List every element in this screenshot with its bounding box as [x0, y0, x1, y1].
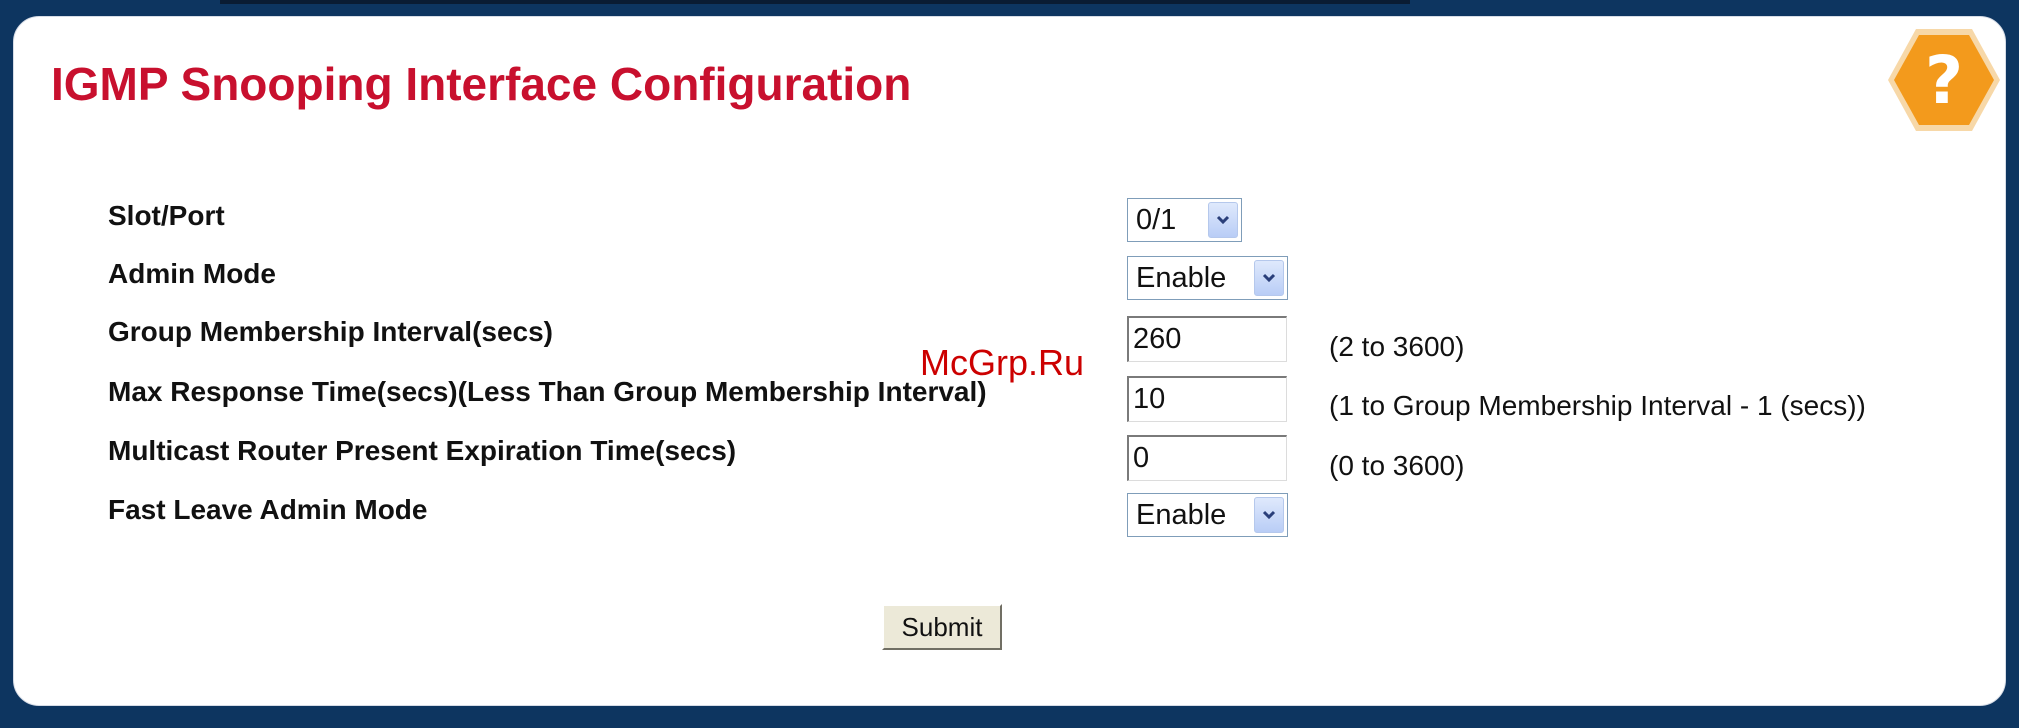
- slot-port-value: 0/1: [1136, 204, 1177, 236]
- max-response-time-hint: (1 to Group Membership Interval - 1 (sec…: [1329, 390, 1866, 421]
- fast-leave-admin-mode-value: Enable: [1136, 499, 1227, 531]
- config-panel: IGMP Snooping Interface Configuration ? …: [13, 16, 2006, 706]
- page-title: IGMP Snooping Interface Configuration: [51, 58, 912, 110]
- group-membership-interval-label: Group Membership Interval(secs): [108, 316, 554, 347]
- admin-mode-label: Admin Mode: [108, 258, 276, 289]
- max-response-time-input[interactable]: [1127, 376, 1287, 422]
- submit-button[interactable]: Submit: [882, 604, 1002, 650]
- top-divider: [220, 0, 1410, 4]
- slot-port-select[interactable]: 0/1: [1127, 198, 1242, 242]
- mcast-router-expiration-input[interactable]: [1127, 435, 1287, 481]
- help-glyph: ?: [1925, 42, 1963, 119]
- group-membership-interval-input[interactable]: [1127, 316, 1287, 362]
- mcast-router-expiration-hint: (0 to 3600): [1329, 450, 1465, 481]
- slot-port-label: Slot/Port: [108, 200, 225, 231]
- max-response-time-label: Max Response Time(secs)(Less Than Group …: [108, 376, 987, 407]
- mcast-router-expiration-label: Multicast Router Present Expiration Time…: [108, 435, 737, 466]
- fast-leave-admin-mode-label: Fast Leave Admin Mode: [108, 494, 428, 525]
- admin-mode-select[interactable]: Enable: [1127, 256, 1288, 300]
- fast-leave-admin-mode-select[interactable]: Enable: [1127, 493, 1288, 537]
- help-icon[interactable]: ?: [1884, 25, 2004, 135]
- chevron-down-icon[interactable]: [1254, 497, 1284, 533]
- chevron-down-icon[interactable]: [1208, 202, 1238, 238]
- admin-mode-value: Enable: [1136, 262, 1227, 294]
- group-membership-interval-hint: (2 to 3600): [1329, 331, 1465, 362]
- chevron-down-icon[interactable]: [1254, 260, 1284, 296]
